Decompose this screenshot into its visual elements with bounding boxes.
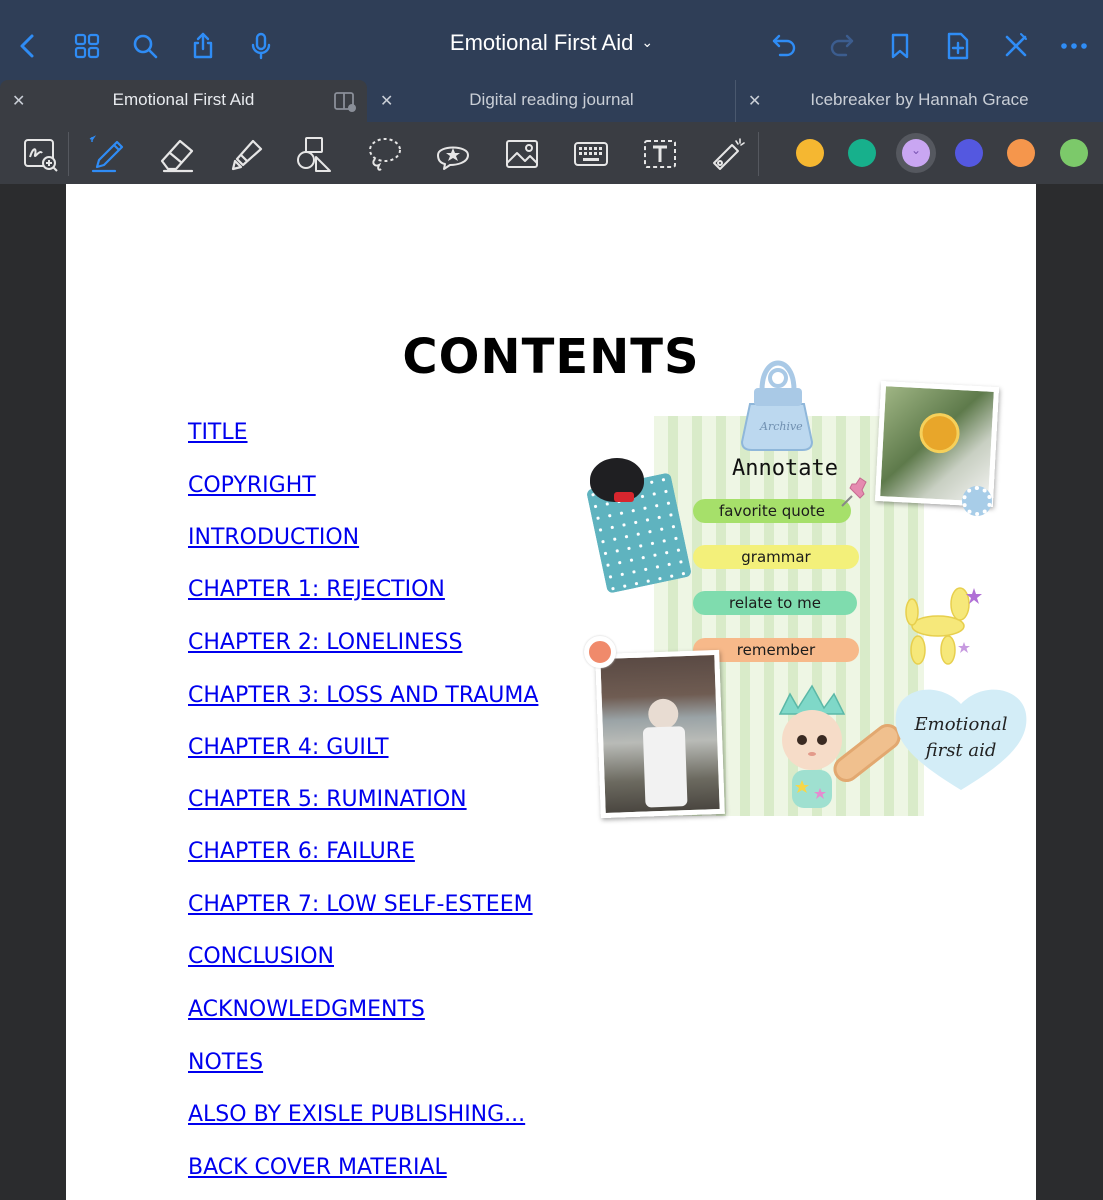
lasso-tool[interactable] — [364, 134, 404, 174]
tag-pill: favorite quote — [693, 499, 851, 523]
clip-label: Archive — [760, 420, 803, 433]
image-icon — [506, 140, 538, 168]
toc-link[interactable]: CHAPTER 4: GUILT — [188, 735, 389, 760]
image-tool[interactable] — [502, 134, 542, 174]
color-swatch-green[interactable] — [1060, 139, 1088, 167]
document-page[interactable]: CONTENTS TITLE COPYRIGHT INTRODUCTION CH… — [66, 184, 1036, 1200]
pushpin-icon — [841, 477, 867, 507]
exit-edit-button[interactable] — [996, 26, 1036, 66]
undo-icon — [772, 34, 796, 57]
lasso-icon — [369, 138, 401, 171]
chevron-down-icon: ⌄ — [641, 34, 654, 50]
redo-icon — [830, 34, 854, 57]
tab-icebreaker[interactable]: ✕ Icebreaker by Hannah Grace — [736, 80, 1103, 122]
pen-tool[interactable] — [88, 134, 128, 174]
toc-link[interactable]: CHAPTER 2: LONELINESS — [188, 630, 462, 655]
text-box-icon — [644, 140, 676, 168]
toc-link[interactable]: NOTES — [188, 1050, 263, 1075]
document-title: Emotional First Aid — [449, 30, 634, 55]
shapes-tool[interactable] — [295, 134, 335, 174]
highlighter-tool[interactable] — [226, 134, 266, 174]
laser-pointer-tool[interactable] — [709, 134, 749, 174]
bookmark-icon — [891, 33, 909, 59]
person-figure — [647, 698, 679, 730]
eraser-tool[interactable] — [157, 134, 197, 174]
toc-link[interactable]: INTRODUCTION — [188, 525, 359, 550]
toc-link[interactable]: CHAPTER 3: LOSS AND TRAUMA — [188, 683, 538, 708]
top-navigation-bar: Emotional First Aid ⌄ — [0, 0, 1103, 80]
tag-pill: grammar — [693, 545, 859, 569]
tab-bar: ✕ Emotional First Aid ✕ Digital reading … — [0, 80, 1103, 122]
annotate-sticker-collage[interactable]: Archive Annotate favorite quote grammar … — [576, 360, 1036, 830]
toc-link[interactable]: BACK COVER MATERIAL — [188, 1155, 447, 1180]
toc-link[interactable]: CHAPTER 7: LOW SELF-ESTEEM — [188, 892, 533, 917]
text-box-tool[interactable] — [640, 134, 680, 174]
undo-button[interactable] — [764, 26, 804, 66]
color-swatch-lavender[interactable]: ⌄ — [902, 139, 930, 167]
keyboard-icon — [574, 142, 608, 166]
elements-icon — [437, 146, 469, 170]
sticker-title: Annotate — [732, 456, 838, 481]
color-swatch-orange[interactable] — [1007, 139, 1035, 167]
bookmark-button[interactable] — [880, 26, 920, 66]
tab-label: Icebreaker by Hannah Grace — [810, 90, 1029, 109]
color-swatch-teal[interactable] — [848, 139, 876, 167]
add-page-icon — [947, 32, 969, 60]
keyboard-tool[interactable] — [571, 134, 611, 174]
split-view-icon[interactable] — [333, 91, 357, 113]
tab-divider — [735, 80, 736, 122]
toc-link[interactable]: CHAPTER 6: FAILURE — [188, 839, 415, 864]
redo-button[interactable] — [822, 26, 862, 66]
tab-label: Emotional First Aid — [112, 90, 255, 109]
toc-link[interactable]: TITLE — [188, 420, 248, 445]
toc-link[interactable]: COPYRIGHT — [188, 473, 316, 498]
toc-link[interactable]: ACKNOWLEDGMENTS — [188, 997, 425, 1022]
tab-label: Digital reading journal — [469, 90, 634, 109]
toolbar-divider — [68, 132, 69, 176]
toc-link[interactable]: CHAPTER 5: RUMINATION — [188, 787, 467, 812]
tag-pill: relate to me — [693, 591, 857, 615]
photo-sticker — [595, 649, 725, 819]
laser-pointer-icon — [713, 138, 745, 170]
close-edit-icon — [1005, 33, 1027, 57]
shapes-icon — [297, 137, 331, 172]
heart-text: Emotional first aid — [906, 712, 1016, 764]
zoom-window-icon — [24, 139, 58, 172]
flower-sticker — [584, 636, 616, 668]
more-button[interactable] — [1054, 26, 1094, 66]
figurine-sticker — [778, 684, 846, 808]
zoom-window-tool[interactable] — [20, 134, 60, 174]
color-swatch-blue[interactable] — [955, 139, 983, 167]
chevron-down-icon: ⌄ — [910, 143, 922, 157]
swirl-sticker — [918, 412, 961, 455]
toc-link[interactable]: CONCLUSION — [188, 944, 334, 969]
flower-sticker — [962, 486, 992, 516]
puppy-bow — [614, 492, 634, 502]
heart-line-2: first aid — [925, 740, 997, 761]
toolbar-divider — [758, 132, 759, 176]
add-page-button[interactable] — [938, 26, 978, 66]
person-figure — [642, 726, 688, 808]
toc-link[interactable]: CHAPTER 1: REJECTION — [188, 577, 445, 602]
balloon-dog-icon — [905, 587, 982, 665]
elements-tool[interactable] — [433, 134, 473, 174]
more-icon — [1061, 43, 1087, 49]
toc-link[interactable]: ALSO BY EXISLE PUBLISHING... — [188, 1102, 525, 1127]
highlighter-icon — [231, 139, 263, 171]
eraser-icon — [160, 139, 194, 173]
tab-digital-reading-journal[interactable]: ✕ Digital reading journal — [368, 80, 735, 122]
heart-line-1: Emotional — [914, 714, 1008, 735]
pen-icon — [89, 135, 124, 173]
color-swatch-yellow[interactable] — [796, 139, 824, 167]
tab-emotional-first-aid[interactable]: ✕ Emotional First Aid — [0, 80, 367, 122]
binder-clip-icon — [740, 360, 814, 451]
